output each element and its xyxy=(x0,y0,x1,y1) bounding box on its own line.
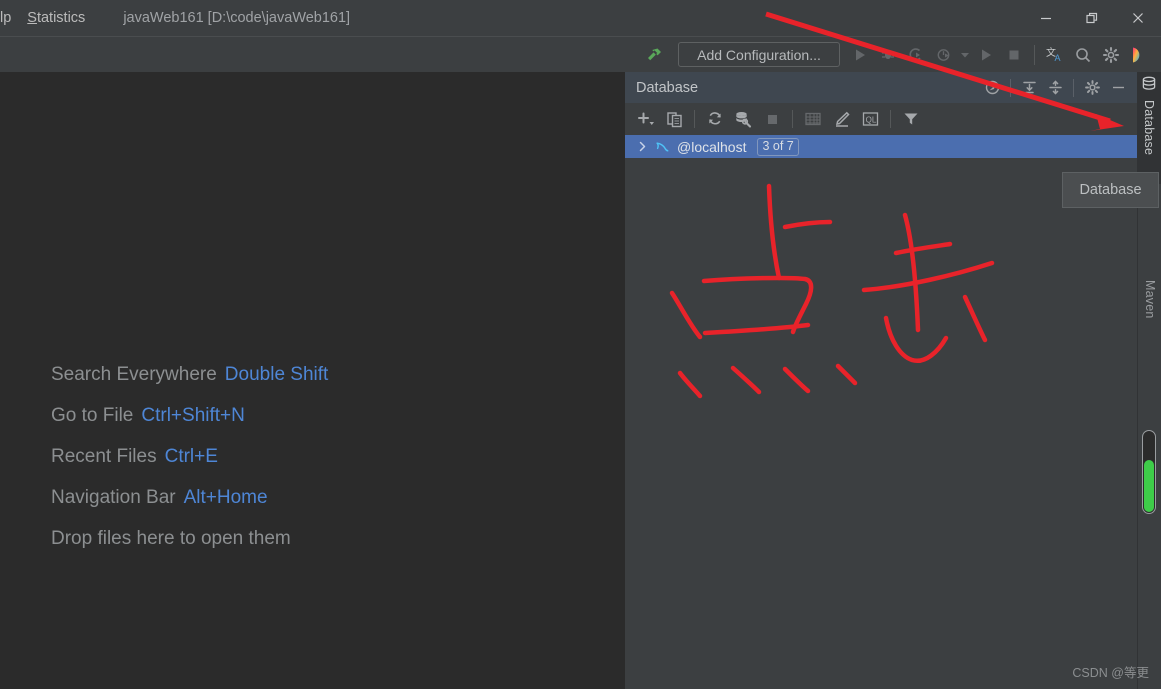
database-tree: @localhost 3 of 7 xyxy=(625,135,1137,158)
stripe-tab-database[interactable]: Database xyxy=(1137,72,1161,184)
scroll-from-source-icon[interactable] xyxy=(979,75,1005,101)
restore-button[interactable] xyxy=(1069,0,1115,36)
hide-icon[interactable] xyxy=(1105,75,1131,101)
refresh-icon[interactable] xyxy=(700,106,729,132)
csdn-watermark: CSDN @等更 xyxy=(1072,666,1149,680)
menu-item-help[interactable]: lp xyxy=(0,0,17,36)
database-panel-title: Database xyxy=(636,79,699,96)
duplicate-icon[interactable] xyxy=(660,106,689,132)
gear-icon[interactable] xyxy=(1097,41,1125,69)
database-tree-row-badge: 3 of 7 xyxy=(757,137,799,156)
add-new-icon[interactable] xyxy=(631,106,660,132)
svg-text:A: A xyxy=(1055,53,1061,63)
add-configuration-button[interactable]: Add Configuration... xyxy=(678,42,840,67)
editor-empty-area: Search Everywhere Double Shift Go to File… xyxy=(0,72,624,689)
mysql-dolphin-icon xyxy=(651,139,673,154)
project-title: javaWeb161 [D:\code\javaWeb161] xyxy=(123,10,351,26)
hint-go-to-file: Go to File Ctrl+Shift+N xyxy=(51,405,328,427)
idea-logo-icon[interactable] xyxy=(1125,41,1153,69)
memory-indicator[interactable] xyxy=(1142,430,1156,514)
database-tool-window: Database QL @localhost 3 of 7 xyxy=(624,72,1137,689)
run-with-coverage-icon[interactable] xyxy=(902,41,930,69)
hint-shortcut: Ctrl+E xyxy=(164,446,218,467)
editor-hints: Search Everywhere Double Shift Go to File… xyxy=(51,364,328,550)
toolbar-separator xyxy=(694,110,695,128)
toolbar-separator xyxy=(792,110,793,128)
search-icon[interactable] xyxy=(1069,41,1097,69)
query-console-icon[interactable]: QL xyxy=(856,106,885,132)
hint-drop-files: Drop files here to open them xyxy=(51,528,328,550)
profiler-icon[interactable] xyxy=(930,41,958,69)
hint-search-everywhere: Search Everywhere Double Shift xyxy=(51,364,328,386)
toolbar-separator xyxy=(890,110,891,128)
hint-label: Go to File xyxy=(51,405,134,426)
hint-navigation-bar: Navigation Bar Alt+Home xyxy=(51,487,328,509)
hint-shortcut: Double Shift xyxy=(224,364,329,385)
add-configuration-label: Add Configuration... xyxy=(697,46,821,63)
stripe-tab-maven-label: Maven xyxy=(1143,280,1157,319)
hammer-icon[interactable] xyxy=(640,41,668,69)
chevron-down-icon[interactable] xyxy=(958,41,972,69)
expand-all-icon[interactable] xyxy=(1016,75,1042,101)
intellij-idea-window: lp Statistics javaWeb161 [D:\code\javaWe… xyxy=(0,0,1161,689)
database-toolbar: QL xyxy=(625,103,1137,135)
modify-icon[interactable] xyxy=(827,106,856,132)
svg-text:QL: QL xyxy=(866,115,877,124)
hint-label: Drop files here to open them xyxy=(51,528,291,549)
stop-icon[interactable] xyxy=(758,106,787,132)
menu-item-statistics-mnemonic: S xyxy=(27,10,37,26)
hint-shortcut: Ctrl+Shift+N xyxy=(141,405,245,426)
menu-item-statistics[interactable]: Statistics xyxy=(17,0,95,36)
translate-icon[interactable]: 文 A xyxy=(1041,41,1069,69)
chevron-right-icon[interactable] xyxy=(633,141,651,152)
database-tooltip: Database xyxy=(1062,172,1159,208)
minimize-button[interactable] xyxy=(1023,0,1069,36)
close-button[interactable] xyxy=(1115,0,1161,36)
title-bar: lp Statistics javaWeb161 [D:\code\javaWe… xyxy=(0,0,1161,36)
hint-recent-files: Recent Files Ctrl+E xyxy=(51,446,328,468)
database-cylinder-icon xyxy=(1141,76,1157,98)
hint-label: Search Everywhere xyxy=(51,364,217,385)
header-separator xyxy=(1073,78,1074,97)
stripe-tab-maven[interactable]: Maven xyxy=(1143,280,1157,319)
menu-item-help-label: lp xyxy=(0,10,12,26)
database-panel-header-actions xyxy=(979,75,1137,101)
main-toolbar: Add Configuration... 文 A xyxy=(0,36,1161,72)
run-icon[interactable] xyxy=(846,41,874,69)
debug-icon[interactable] xyxy=(874,41,902,69)
filter-icon[interactable] xyxy=(896,106,925,132)
database-panel-header: Database xyxy=(625,72,1137,103)
data-source-properties-icon[interactable] xyxy=(729,106,758,132)
collapse-all-icon[interactable] xyxy=(1042,75,1068,101)
hint-shortcut: Alt+Home xyxy=(183,487,268,508)
toolbar-separator xyxy=(1034,44,1035,65)
hint-label: Navigation Bar xyxy=(51,487,176,508)
stop-icon[interactable] xyxy=(1000,41,1028,69)
window-controls xyxy=(1023,0,1161,36)
menu-item-statistics-label: tatistics xyxy=(36,10,86,26)
hint-label: Recent Files xyxy=(51,446,157,467)
database-tree-row-label: @localhost xyxy=(677,138,747,155)
memory-indicator-fill xyxy=(1144,460,1154,512)
run-secondary-icon[interactable] xyxy=(972,41,1000,69)
database-tooltip-label: Database xyxy=(1079,182,1142,198)
header-separator xyxy=(1010,78,1011,97)
table-editor-icon[interactable] xyxy=(798,106,827,132)
stripe-tab-database-label: Database xyxy=(1142,100,1156,156)
gear-icon[interactable] xyxy=(1079,75,1105,101)
database-tree-row-localhost[interactable]: @localhost 3 of 7 xyxy=(625,135,1137,158)
